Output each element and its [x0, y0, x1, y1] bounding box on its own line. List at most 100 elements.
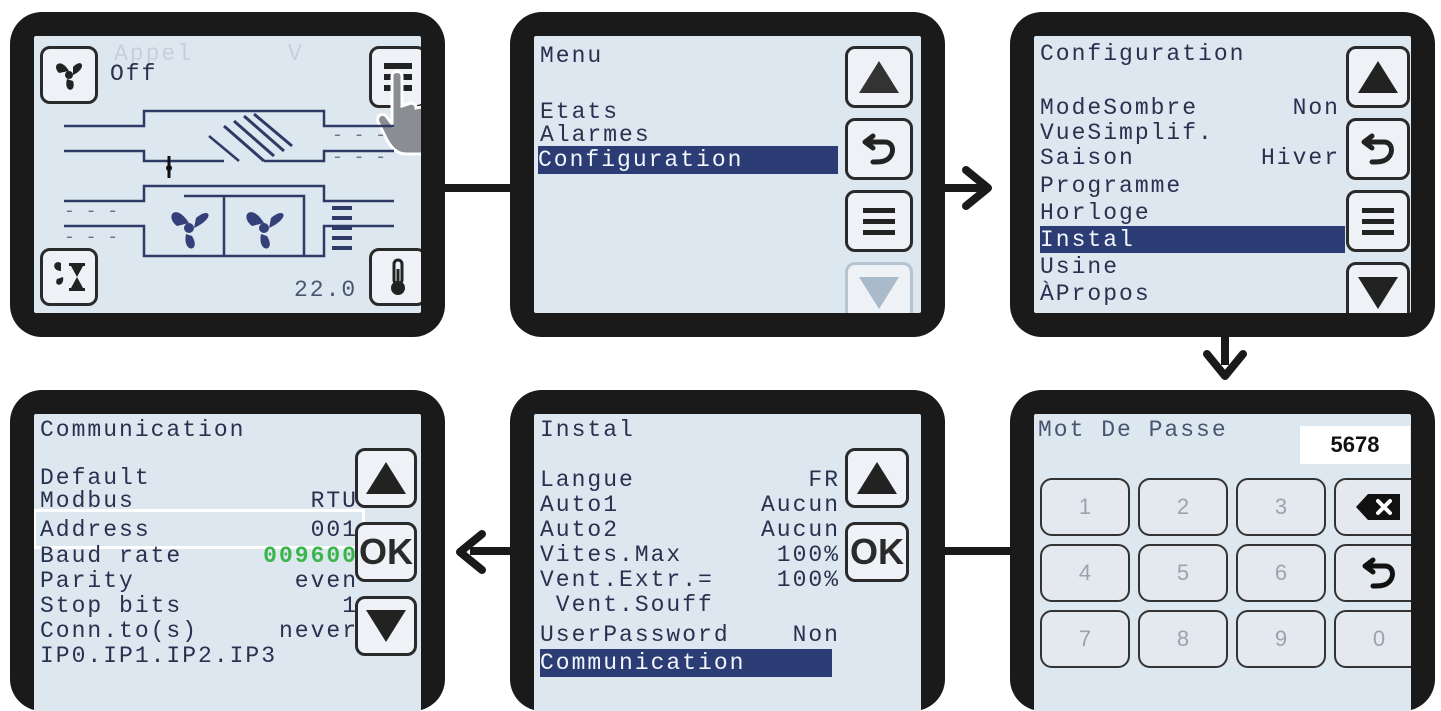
- lcd-instal: Instal Langue FR Auto1 Aucun Auto2 Aucun Vi…: [534, 414, 921, 711]
- fan-timer-icon: [54, 262, 85, 291]
- config-item-programme[interactable]: Programme: [1040, 172, 1340, 199]
- key-2[interactable]: 2: [1138, 478, 1228, 536]
- menu-icon: [863, 208, 895, 235]
- comm-item-default[interactable]: Default: [40, 464, 358, 491]
- lcd-configuration: Configuration ModeSombre Non VueSimplif. …: [1034, 36, 1411, 313]
- return-key[interactable]: [1334, 544, 1411, 602]
- config-item-vuesimplif[interactable]: VueSimplif.: [1040, 119, 1340, 146]
- temperature-value: 22.0: [294, 277, 358, 303]
- config-list: ModeSombre Non VueSimplif. Saison Hiver Pr…: [1040, 94, 1345, 307]
- triangle-down-icon: [1358, 277, 1398, 309]
- key-6[interactable]: 6: [1236, 544, 1326, 602]
- comm-item-modbus[interactable]: Modbus RTU: [40, 487, 358, 516]
- key-7[interactable]: 7: [1040, 610, 1130, 668]
- menu-item-alarmes[interactable]: Alarmes: [540, 121, 651, 149]
- lcd-password: Mot De Passe 5678 1 2 3 4 5 6 7 8 9 0: [1034, 414, 1411, 711]
- scroll-down-button[interactable]: [355, 596, 417, 656]
- communication-title: Communication: [40, 417, 246, 443]
- key-9[interactable]: 9: [1236, 610, 1326, 668]
- config-item-instal[interactable]: Instal: [1040, 226, 1345, 253]
- fan-button[interactable]: [40, 46, 98, 104]
- instal-item-vent-extr[interactable]: Vent.Extr.= 100%: [540, 566, 840, 593]
- return-icon: [1361, 133, 1394, 165]
- password-field[interactable]: 5678: [1300, 426, 1410, 464]
- panel-password: Mot De Passe 5678 1 2 3 4 5 6 7 8 9 0: [1010, 390, 1435, 711]
- arrow-left-icon: [456, 530, 486, 574]
- thermometer-icon: [391, 258, 405, 295]
- triangle-up-icon: [366, 462, 406, 494]
- config-item-modesombre[interactable]: ModeSombre Non: [1040, 94, 1340, 121]
- return-icon: [862, 133, 895, 165]
- fan-timer-button[interactable]: [40, 248, 98, 306]
- ok-button[interactable]: OK: [845, 522, 909, 582]
- instal-item-auto2[interactable]: Auto2 Aucun: [540, 516, 840, 543]
- fan-state: Off: [110, 61, 158, 87]
- key-4[interactable]: 4: [1040, 544, 1130, 602]
- panel-configuration: Configuration ModeSombre Non VueSimplif. …: [1010, 12, 1435, 337]
- config-item-horloge[interactable]: Horloge: [1040, 199, 1340, 226]
- instal-title: Instal: [540, 417, 635, 443]
- triangle-up-icon: [859, 61, 899, 93]
- svg-text:- - -: - - -: [64, 202, 118, 222]
- key-3[interactable]: 3: [1236, 478, 1326, 536]
- key-5[interactable]: 5: [1138, 544, 1228, 602]
- password-title: Mot De Passe: [1038, 417, 1228, 443]
- panel-communication: Communication Default Modbus RTU Address 0…: [10, 390, 445, 711]
- scroll-up-button[interactable]: [845, 46, 913, 108]
- connector-line-1: [445, 184, 515, 192]
- list-button[interactable]: [845, 190, 913, 252]
- instal-item-communication[interactable]: Communication: [540, 649, 832, 677]
- comm-item-ip[interactable]: IP0.IP1.IP2.IP3: [40, 642, 358, 669]
- svg-text:- - -: - - -: [332, 148, 386, 168]
- triangle-up-icon: [857, 462, 897, 494]
- scroll-up-button[interactable]: [1346, 46, 1410, 108]
- back-button[interactable]: [1346, 118, 1410, 180]
- config-item-saison[interactable]: Saison Hiver: [1040, 144, 1340, 172]
- key-1[interactable]: 1: [1040, 478, 1130, 536]
- menu-icon: [1362, 208, 1394, 235]
- triangle-up-icon: [1358, 61, 1398, 93]
- instal-item-vent-souff[interactable]: Vent.Souff: [540, 591, 840, 621]
- back-button[interactable]: [845, 118, 913, 180]
- connector-line-4: [940, 547, 1010, 555]
- scroll-up-button[interactable]: [355, 448, 417, 508]
- fan-blade-left: [171, 212, 209, 249]
- lcd-main: Appel V Off - - - - - - - - - - - - 22.0: [34, 36, 421, 313]
- triangle-down-icon: [366, 610, 406, 642]
- config-title: Configuration: [1040, 41, 1246, 67]
- arrow-down-icon: [1203, 350, 1247, 380]
- scroll-down-button[interactable]: [1346, 262, 1410, 313]
- comm-item-baud-rate[interactable]: Baud rate 009600: [40, 542, 358, 569]
- key-8[interactable]: 8: [1138, 610, 1228, 668]
- comm-item-stop-bits[interactable]: Stop bits 1: [40, 592, 358, 619]
- ventilation-diagram: - - - - - - - - - - - -: [64, 109, 394, 258]
- backspace-key[interactable]: [1334, 478, 1411, 536]
- svg-text:- - -: - - -: [332, 126, 386, 146]
- menu-title: Menu: [540, 43, 604, 69]
- menu-item-configuration[interactable]: Configuration: [538, 146, 838, 174]
- instal-item-auto1[interactable]: Auto1 Aucun: [540, 491, 840, 518]
- comm-item-address[interactable]: Address 001: [34, 509, 365, 549]
- instal-item-langue[interactable]: Langue FR: [540, 466, 840, 493]
- return-icon: [1362, 557, 1395, 589]
- backspace-icon: [1356, 494, 1400, 520]
- comm-item-conn-timeout[interactable]: Conn.to(s) never: [40, 617, 358, 644]
- triangle-down-icon: [859, 277, 899, 309]
- lcd-menu: Menu Etats Alarmes Configuration: [534, 36, 921, 313]
- panel-instal: Instal Langue FR Auto1 Aucun Auto2 Aucun Vi…: [510, 390, 945, 711]
- scroll-up-button[interactable]: [845, 448, 909, 508]
- config-item-apropos[interactable]: ÀPropos: [1040, 280, 1340, 307]
- fan-icon: [56, 63, 83, 90]
- list-button[interactable]: [1346, 190, 1410, 252]
- key-0[interactable]: 0: [1334, 610, 1411, 668]
- ok-button[interactable]: OK: [355, 522, 417, 582]
- comm-item-parity[interactable]: Parity even: [40, 567, 358, 594]
- panel-menu: Menu Etats Alarmes Configuration: [510, 12, 945, 337]
- thermometer-button[interactable]: [369, 248, 421, 306]
- scroll-down-button[interactable]: [845, 262, 913, 313]
- lcd-communication: Communication Default Modbus RTU Address 0…: [34, 414, 421, 711]
- instal-list: Langue FR Auto1 Aucun Auto2 Aucun Vites.Max…: [540, 466, 840, 677]
- instal-item-userpassword[interactable]: UserPassword Non: [540, 621, 840, 649]
- instal-item-vites-max[interactable]: Vites.Max 100%: [540, 541, 840, 568]
- config-item-usine[interactable]: Usine: [1040, 253, 1340, 280]
